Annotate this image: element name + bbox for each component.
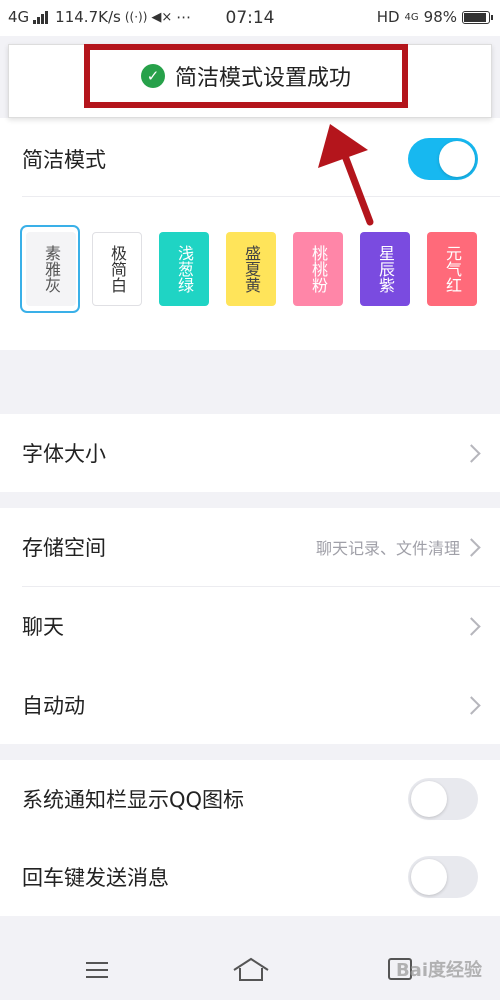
simple-mode-toggle[interactable]: [408, 138, 478, 180]
theme-swatch[interactable]: 桃桃粉: [293, 232, 343, 306]
hd-label: HD: [376, 8, 400, 26]
font-size-label: 字体大小: [22, 442, 106, 466]
storage-label: 存储空间: [22, 536, 106, 560]
enter-send-row: 回车键发送消息: [0, 838, 500, 916]
storage-subtitle: 聊天记录、文件清理: [315, 539, 460, 558]
auto-label: 自动动: [22, 694, 85, 718]
toggle-knob: [439, 141, 475, 177]
enter-send-label: 回车键发送消息: [22, 866, 169, 890]
battery-fill: [464, 12, 486, 22]
check-circle-icon: ✓: [140, 64, 165, 88]
theme-swatch[interactable]: 盛夏黄: [226, 232, 276, 306]
status-right: HD 4G 98%: [376, 8, 493, 26]
simple-mode-row: 简洁模式: [0, 120, 500, 198]
simple-mode-label: 简洁模式: [22, 148, 106, 172]
watermark: Bai度经验: [395, 960, 482, 981]
general-section: 存储空间 聊天记录、文件清理 聊天 自动动: [0, 508, 500, 744]
notification-section: 系统通知栏显示QQ图标 回车键发送消息: [0, 760, 500, 916]
chevron-right-icon: [462, 443, 481, 463]
toggle-knob: [411, 859, 447, 895]
theme-swatch[interactable]: 极简白: [92, 232, 142, 306]
toast-message: 简洁模式设置成功: [174, 66, 351, 91]
theme-swatch[interactable]: 浅葱绿: [159, 232, 209, 306]
home-icon[interactable]: [232, 956, 270, 982]
battery-icon: [462, 10, 493, 24]
chevron-right-icon: [462, 616, 481, 636]
enter-send-toggle[interactable]: [408, 856, 478, 898]
network-type-right: 4G: [404, 11, 419, 23]
toast-highlight-box: ✓ 简洁模式设置成功: [84, 44, 408, 108]
divider: [22, 196, 500, 197]
font-size-row[interactable]: 字体大小: [0, 414, 500, 492]
chevron-right-icon: [462, 537, 481, 557]
auto-row[interactable]: 自动动: [0, 666, 500, 744]
notify-icon-toggle[interactable]: [408, 778, 478, 820]
font-section: 字体大小: [0, 414, 500, 492]
storage-row[interactable]: 存储空间 聊天记录、文件清理: [0, 508, 500, 586]
toggle-knob: [411, 781, 447, 817]
chat-label: 聊天: [22, 615, 64, 639]
theme-swatch[interactable]: 素雅灰: [26, 232, 76, 306]
chevron-right-icon: [462, 695, 481, 715]
chat-row[interactable]: 聊天: [0, 587, 500, 665]
notify-icon-label: 系统通知栏显示QQ图标: [22, 788, 245, 812]
menu-icon[interactable]: [86, 962, 108, 983]
system-nav-bar: Bai度经验: [0, 940, 500, 1000]
notify-icon-row: 系统通知栏显示QQ图标: [0, 760, 500, 838]
status-bar: 4G 114.7K/s ((·)) ◀× ⋯ 07:14 HD 4G 98%: [0, 0, 500, 36]
battery-percent: 98%: [423, 8, 457, 26]
theme-swatch[interactable]: 星辰紫: [360, 232, 410, 306]
theme-swatch[interactable]: 元气红: [427, 232, 477, 306]
